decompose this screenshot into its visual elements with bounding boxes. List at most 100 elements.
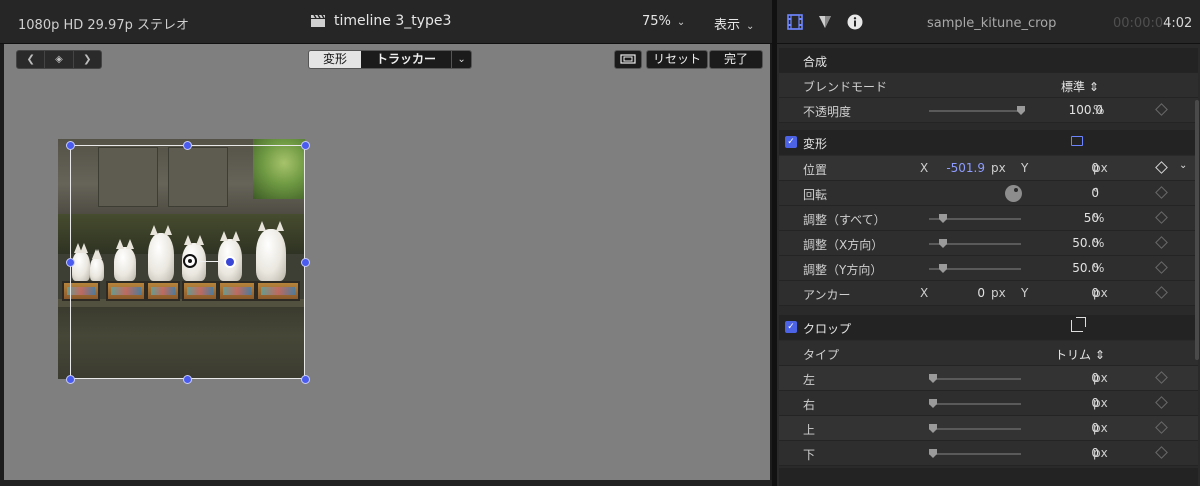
scale-y-label: 調整（Y方向） (803, 263, 883, 277)
crop-section-header[interactable]: ✓ クロップ (779, 315, 1198, 340)
inspector-header: sample_kitune_crop 00:00:04:02 (777, 0, 1200, 44)
anchor-point-icon[interactable] (183, 254, 197, 268)
keyframe-diamond-icon[interactable] (1155, 211, 1168, 224)
add-keyframe-button[interactable]: ◈ (45, 51, 74, 68)
keyframe-diamond-icon[interactable] (1155, 446, 1168, 459)
crop-bottom-slider-knob[interactable] (929, 449, 937, 458)
viewer-canvas[interactable]: ❮ ◈ ❯ 変形 トラッカー ⌄ リセット 完了 (4, 44, 770, 480)
crop-left-slider[interactable] (929, 374, 1021, 383)
crop-enable-checkbox[interactable]: ✓ (785, 321, 797, 333)
rotation-label: 回転 (803, 188, 828, 202)
crop-top-slider[interactable] (929, 424, 1021, 433)
color-inspector-icon[interactable] (817, 14, 833, 30)
handle-top-center[interactable] (183, 141, 192, 150)
opacity-slider[interactable] (929, 106, 1025, 115)
anchor-x-value[interactable]: 0 (955, 286, 985, 300)
crop-right-slider-knob[interactable] (929, 399, 937, 408)
position-y-axis-label: Y (1021, 161, 1029, 175)
fox-statue (72, 243, 90, 281)
crop-right-row: 右 0 px (779, 391, 1198, 416)
next-keyframe-button[interactable]: ❯ (74, 51, 101, 68)
transform-onscreen-icon[interactable] (1071, 136, 1083, 146)
keyframe-diamond-icon[interactable] (1155, 286, 1168, 299)
blend-mode-select[interactable]: 標準 ⇕ (1061, 78, 1099, 95)
position-handle[interactable] (224, 256, 236, 268)
handle-bottom-left[interactable] (66, 375, 75, 384)
keyframe-diamond-icon[interactable] (1155, 396, 1168, 409)
chevron-down-icon[interactable]: ⌄ (1179, 160, 1187, 171)
crop-left-label: 左 (803, 373, 816, 387)
image-plank (98, 147, 158, 207)
transform-section-header[interactable]: ✓ 変形 (779, 130, 1198, 155)
tracker-mode-tab[interactable]: トラッカー (361, 51, 452, 68)
anchor-x-axis-label: X (920, 286, 929, 300)
keyframe-diamond-icon[interactable] (1155, 236, 1168, 249)
handle-top-right[interactable] (301, 141, 310, 150)
handle-top-left[interactable] (66, 141, 75, 150)
crop-right-slider[interactable] (929, 399, 1021, 408)
scale-all-slider[interactable] (929, 214, 1021, 223)
crop-top-slider-knob[interactable] (929, 424, 937, 433)
fox-statue (148, 225, 174, 281)
crop-tool-button[interactable] (614, 50, 642, 69)
timeline-title[interactable]: timeline 3_type3 (310, 13, 451, 29)
clapper-icon (311, 14, 325, 27)
scale-y-slider[interactable] (929, 264, 1021, 273)
handle-bottom-right[interactable] (301, 375, 310, 384)
scale-y-slider-knob[interactable] (939, 264, 947, 273)
updown-chevron-icon: ⇕ (1088, 80, 1099, 94)
scale-x-slider-knob[interactable] (939, 239, 947, 248)
next-section-header (779, 468, 1198, 486)
compositing-section-header[interactable]: 合成 (779, 48, 1198, 73)
timeline-title-text: timeline 3_type3 (334, 13, 452, 29)
crop-type-row: タイプ トリム ⇕ (779, 341, 1198, 366)
done-button[interactable]: 完了 (709, 50, 763, 69)
inspector-scrollbar[interactable] (1195, 100, 1199, 360)
crop-title: クロップ (803, 322, 852, 336)
crop-onscreen-icon[interactable] (1071, 317, 1086, 332)
scale-all-unit: % (1093, 211, 1105, 225)
position-label: 位置 (803, 163, 828, 177)
handle-middle-left[interactable] (66, 258, 75, 267)
mode-dropdown-button[interactable]: ⌄ (451, 51, 472, 68)
keyframe-diamond-icon[interactable] (1155, 161, 1168, 174)
scale-y-unit: % (1093, 261, 1105, 275)
prev-keyframe-button[interactable]: ❮ (17, 51, 46, 68)
scale-x-row: 調整（X方向） 50.0 % (779, 231, 1198, 256)
chevron-down-icon: ⌄ (746, 21, 755, 32)
viewer-header: 1080p HD 29.97p ステレオ timeline 3_type3 75… (0, 0, 772, 44)
transform-mode-tab[interactable]: 変形 (309, 51, 362, 68)
video-inspector-icon[interactable] (787, 14, 803, 30)
viewer-footer (0, 480, 772, 486)
handle-bottom-center[interactable] (183, 375, 192, 384)
anchor-y-axis-label: Y (1021, 286, 1029, 300)
keyframe-diamond-icon[interactable] (1155, 103, 1168, 116)
scale-x-slider[interactable] (929, 239, 1021, 248)
keyframe-diamond-icon[interactable] (1155, 371, 1168, 384)
image-plank (168, 147, 228, 207)
zoom-menu[interactable]: 75% ⌄ (642, 14, 685, 29)
crop-bottom-slider[interactable] (929, 449, 1021, 458)
handle-middle-right[interactable] (301, 258, 310, 267)
position-x-value[interactable]: -501.9 (939, 161, 985, 175)
scale-all-slider-knob[interactable] (939, 214, 947, 223)
clip-image[interactable] (58, 139, 305, 379)
crop-top-row: 上 0 px (779, 416, 1198, 441)
zoom-value: 75% (642, 14, 671, 29)
transform-enable-checkbox[interactable]: ✓ (785, 136, 797, 148)
keyframe-diamond-icon[interactable] (1155, 261, 1168, 274)
position-x-unit: px (991, 161, 1006, 175)
keyframe-diamond-icon[interactable] (1155, 421, 1168, 434)
blend-mode-row: ブレンドモード 標準 ⇕ (779, 73, 1198, 98)
crop-frame-icon (620, 54, 636, 64)
crop-type-select[interactable]: トリム ⇕ (1055, 346, 1105, 363)
opacity-slider-knob[interactable] (1017, 106, 1025, 115)
reset-button[interactable]: リセット (646, 50, 708, 69)
crop-left-slider-knob[interactable] (929, 374, 937, 383)
info-inspector-icon[interactable] (847, 14, 863, 30)
rotation-dial-icon[interactable] (1005, 185, 1022, 202)
keyframe-diamond-icon[interactable] (1155, 186, 1168, 199)
scale-all-label: 調整（すべて） (803, 213, 886, 227)
view-menu[interactable]: 表示 ⌄ (714, 14, 754, 33)
timecode: 00:00:04:02 (1113, 16, 1192, 31)
